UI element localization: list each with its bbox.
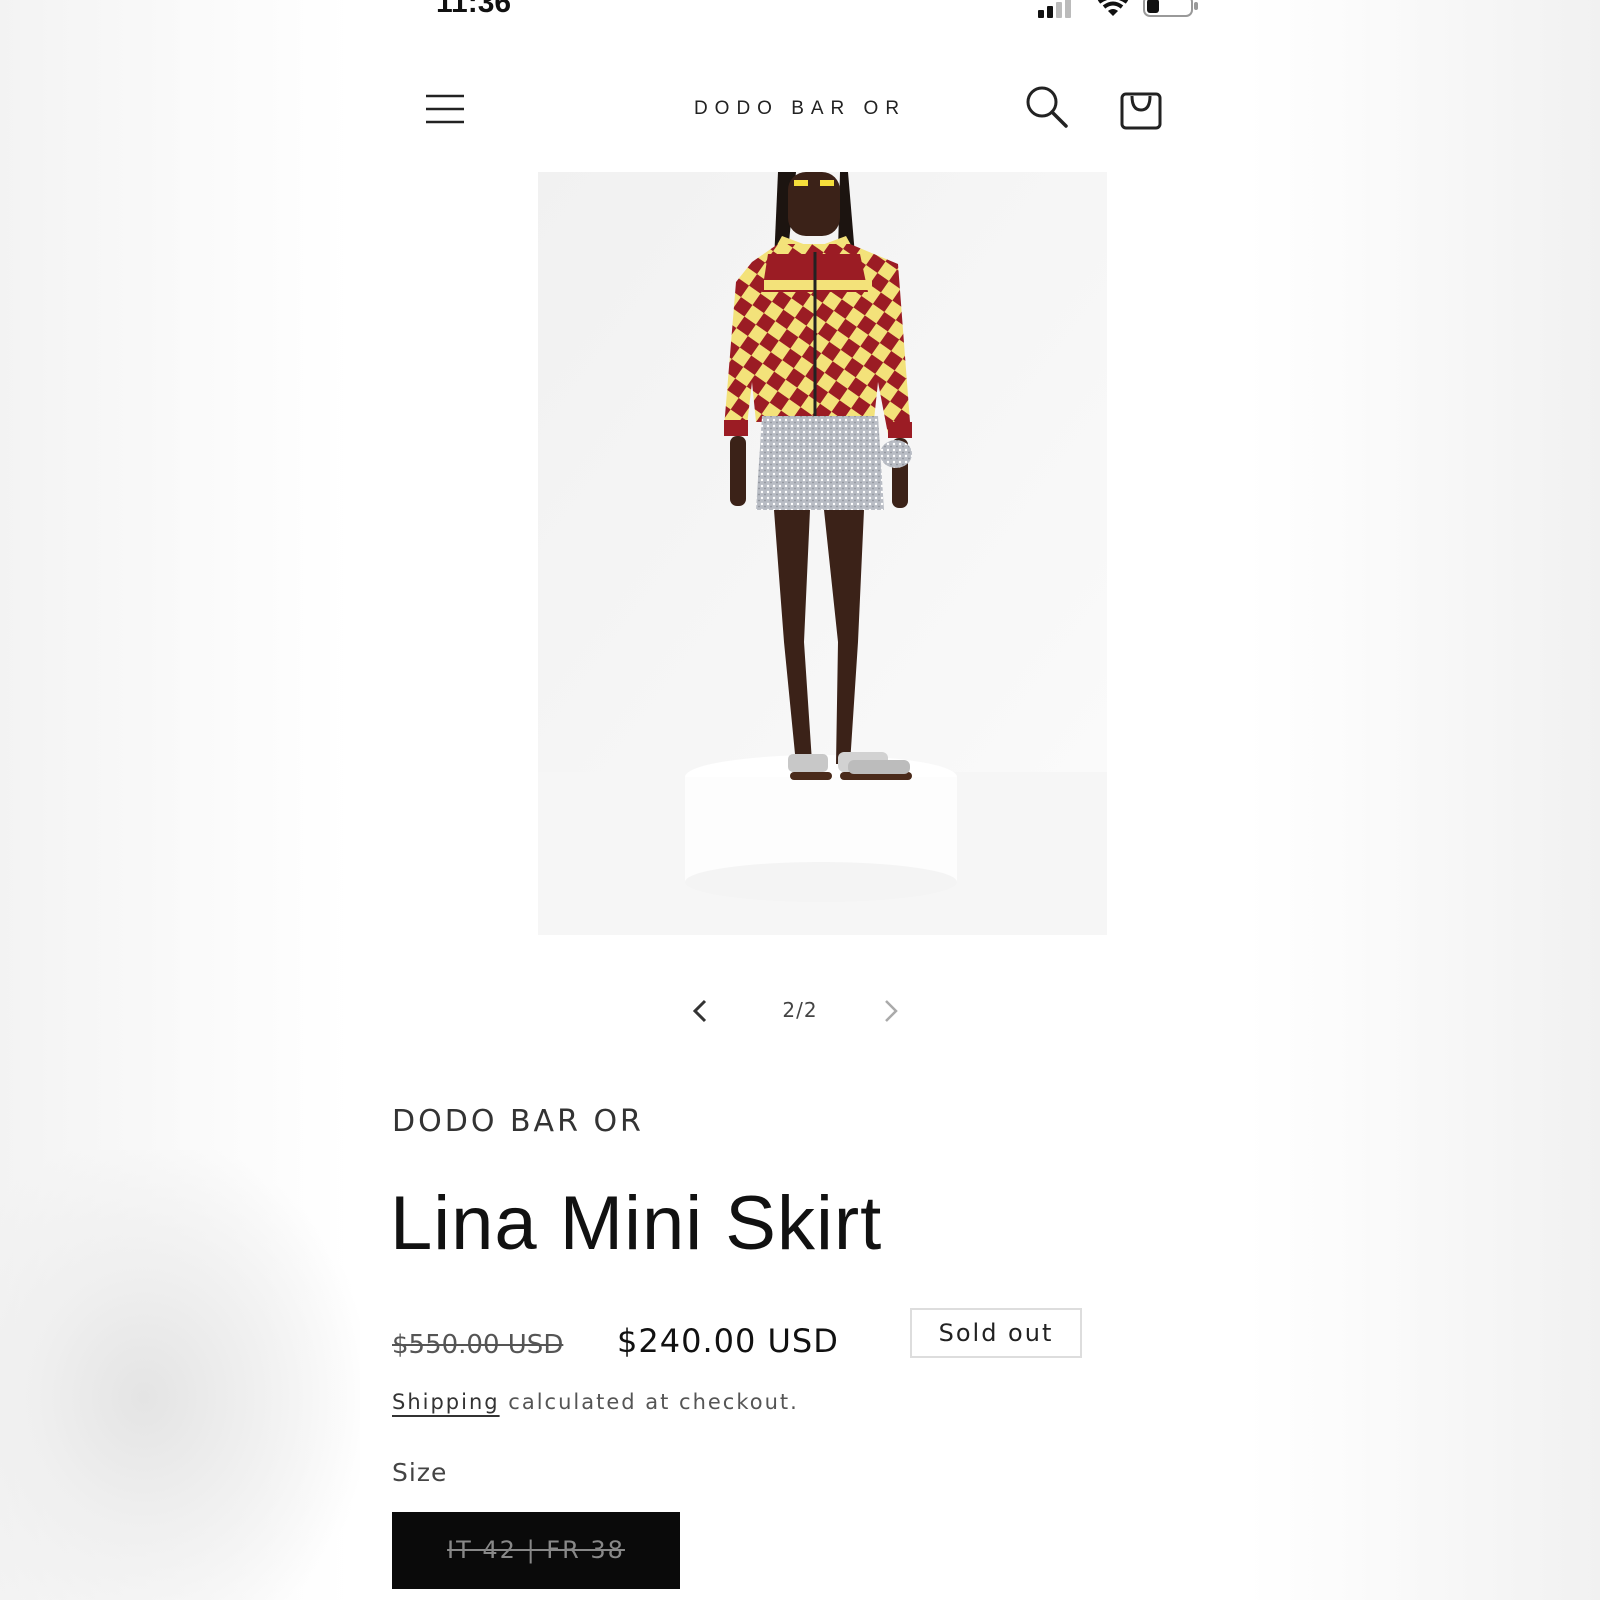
shipping-text: calculated at checkout. xyxy=(499,1390,799,1414)
menu-icon[interactable] xyxy=(424,88,466,130)
battery-icon xyxy=(1143,0,1198,17)
background-shadow xyxy=(0,1150,360,1600)
shipping-note: Shipping calculated at checkout. xyxy=(392,1390,799,1414)
wifi-icon xyxy=(1097,0,1129,16)
slide-counter: 2/2 xyxy=(782,998,818,1022)
size-option-button[interactable]: IT 42 | FR 38 xyxy=(392,1512,680,1589)
original-price: $550.00 USD xyxy=(392,1330,564,1360)
size-label: Size xyxy=(392,1458,448,1487)
shipping-link[interactable]: Shipping xyxy=(392,1390,500,1414)
price-row: $550.00 USD $240.00 USD Sold out xyxy=(392,1308,1212,1380)
product-vendor: DODO BAR OR xyxy=(392,1104,644,1139)
prev-slide-button[interactable] xyxy=(686,996,716,1026)
sale-price: $240.00 USD xyxy=(617,1322,839,1360)
status-bar: 11:36 xyxy=(360,0,1243,30)
site-header: DODO BAR OR xyxy=(360,60,1243,160)
product-title: Lina Mini Skirt xyxy=(390,1181,883,1266)
phone-screen: 11:36 DODO BAR OR 2/2 DODO BAR OR Lina M… xyxy=(360,0,1243,1600)
size-option-label: IT 42 | FR 38 xyxy=(447,1536,625,1564)
signal-icon xyxy=(1038,0,1071,18)
sold-out-badge: Sold out xyxy=(910,1308,1082,1358)
status-time: 11:36 xyxy=(436,0,512,19)
product-image[interactable] xyxy=(538,172,1107,935)
brand-logo[interactable]: DODO BAR OR xyxy=(610,98,990,120)
image-slider-nav: 2/2 xyxy=(360,990,1243,1040)
next-slide-button[interactable] xyxy=(875,996,905,1026)
cart-icon[interactable] xyxy=(1118,84,1164,132)
search-icon[interactable] xyxy=(1024,84,1070,130)
